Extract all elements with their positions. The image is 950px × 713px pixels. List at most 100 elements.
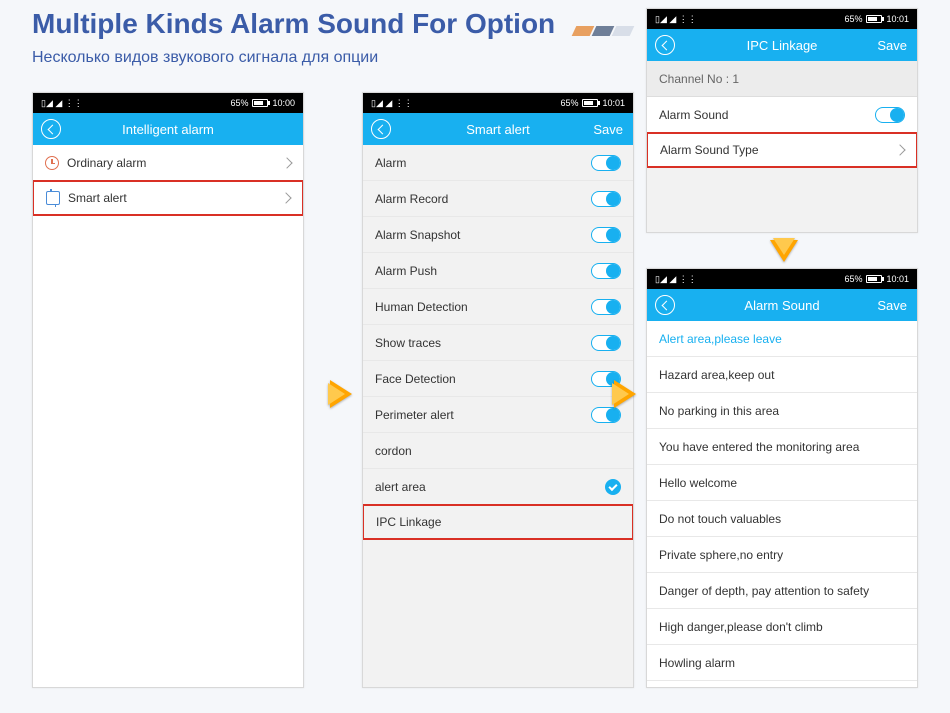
row-label: Hello welcome [659, 476, 737, 490]
row-smart-alert[interactable]: Smart alert [33, 180, 303, 216]
title-text: Multiple Kinds Alarm Sound For Option [32, 8, 555, 39]
sound-option[interactable]: Hazard area,keep out [647, 357, 917, 393]
nav-bar: Smart alert Save [363, 113, 633, 145]
sound-option[interactable]: Private sphere,no entry [647, 537, 917, 573]
row-perimeter-alert[interactable]: Perimeter alert [363, 397, 633, 433]
back-button[interactable] [655, 295, 675, 315]
row-label: Face Detection [375, 372, 456, 386]
battery-percent: 65% [844, 274, 862, 284]
row-label: High danger,please don't climb [659, 620, 823, 634]
signal-icon: ▯◢ ◢ ⋮⋮ [655, 14, 697, 25]
sound-option[interactable]: Alert area,please leave [647, 321, 917, 357]
nav-bar: Alarm Sound Save [647, 289, 917, 321]
sound-option[interactable]: No parking in this area [647, 393, 917, 429]
toggle-switch[interactable] [591, 227, 621, 243]
sound-option[interactable]: Danger of depth, pay attention to safety [647, 573, 917, 609]
toggle-switch[interactable] [591, 263, 621, 279]
sound-option[interactable]: Howling alarm [647, 645, 917, 681]
row-alarm-sound[interactable]: Alarm Sound [647, 97, 917, 133]
row-alarm[interactable]: Alarm [363, 145, 633, 181]
row-show-traces[interactable]: Show traces [363, 325, 633, 361]
chevron-right-icon [281, 157, 292, 168]
battery-icon [866, 275, 882, 283]
battery-percent: 65% [844, 14, 862, 24]
channel-header: Channel No : 1 [647, 61, 917, 97]
toggle-switch[interactable] [875, 107, 905, 123]
row-label: Alarm Record [375, 192, 448, 206]
clock: 10:01 [886, 274, 909, 284]
row-label: Hazard area,keep out [659, 368, 774, 382]
save-button[interactable]: Save [877, 298, 907, 313]
row-label: Ordinary alarm [67, 156, 146, 170]
phone-intelligent-alarm: ▯◢ ◢ ⋮⋮ 65% 10:00 Intelligent alarm Ordi… [32, 92, 304, 688]
row-label: Perimeter alert [375, 408, 454, 422]
row-label: Howling alarm [659, 656, 735, 670]
row-alarm-snapshot[interactable]: Alarm Snapshot [363, 217, 633, 253]
decorative-stripes [572, 11, 632, 43]
toggle-switch[interactable] [591, 407, 621, 423]
sound-option[interactable]: You have entered the monitoring area [647, 429, 917, 465]
clock: 10:01 [886, 14, 909, 24]
toggle-switch[interactable] [591, 191, 621, 207]
save-button[interactable]: Save [877, 38, 907, 53]
row-label: Alarm Sound [659, 108, 728, 122]
row-alarm-record[interactable]: Alarm Record [363, 181, 633, 217]
nav-bar: IPC Linkage Save [647, 29, 917, 61]
row-label: Alert area,please leave [659, 332, 782, 346]
row-label: Private sphere,no entry [659, 548, 783, 562]
row-ipc-linkage[interactable]: IPC Linkage [363, 504, 633, 540]
back-button[interactable] [41, 119, 61, 139]
page-subtitle: Несколько видов звукового сигнала для оп… [32, 49, 632, 67]
row-label: Alarm Push [375, 264, 437, 278]
nav-bar: Intelligent alarm [33, 113, 303, 145]
back-button[interactable] [655, 35, 675, 55]
status-bar: ▯◢ ◢ ⋮⋮ 65% 10:00 [33, 93, 303, 113]
channel-label: Channel No : 1 [659, 72, 739, 86]
chevron-right-icon [280, 192, 291, 203]
row-label: No parking in this area [659, 404, 779, 418]
battery-percent: 65% [560, 98, 578, 108]
battery-icon [866, 15, 882, 23]
battery-icon [252, 99, 268, 107]
row-label: Do not touch valuables [659, 512, 781, 526]
page-title: Multiple Kinds Alarm Sound For Option [32, 8, 632, 43]
row-human-detection[interactable]: Human Detection [363, 289, 633, 325]
signal-icon: ▯◢ ◢ ⋮⋮ [41, 98, 83, 109]
nav-title: Intelligent alarm [122, 122, 214, 137]
save-button[interactable]: Save [593, 122, 623, 137]
chevron-right-icon [894, 144, 905, 155]
smart-detect-icon [46, 191, 60, 205]
row-label: Alarm [375, 156, 406, 170]
arrow-down-icon [770, 240, 798, 262]
row-cordon[interactable]: cordon [363, 433, 633, 469]
row-label: Danger of depth, pay attention to safety [659, 584, 869, 598]
arrow-right-icon [614, 380, 636, 408]
signal-icon: ▯◢ ◢ ⋮⋮ [371, 98, 413, 109]
row-alarm-push[interactable]: Alarm Push [363, 253, 633, 289]
row-label: Human Detection [375, 300, 468, 314]
clock: 10:01 [602, 98, 625, 108]
sound-option[interactable]: High danger,please don't climb [647, 609, 917, 645]
row-label: Smart alert [68, 191, 127, 205]
phone-smart-alert: ▯◢ ◢ ⋮⋮ 65% 10:01 Smart alert Save Alarm… [362, 92, 634, 688]
phone-alarm-sound-list: ▯◢ ◢ ⋮⋮ 65% 10:01 Alarm Sound Save Alert… [646, 268, 918, 688]
phone-ipc-linkage: ▯◢ ◢ ⋮⋮ 65% 10:01 IPC Linkage Save Chann… [646, 8, 918, 233]
row-face-detection[interactable]: Face Detection [363, 361, 633, 397]
nav-title: Smart alert [466, 122, 530, 137]
signal-icon: ▯◢ ◢ ⋮⋮ [655, 274, 697, 285]
nav-title: IPC Linkage [747, 38, 818, 53]
toggle-switch[interactable] [591, 335, 621, 351]
toggle-switch[interactable] [591, 155, 621, 171]
row-label: alert area [375, 480, 426, 494]
nav-title: Alarm Sound [744, 298, 819, 313]
row-ordinary-alarm[interactable]: Ordinary alarm [33, 145, 303, 181]
row-label: Show traces [375, 336, 441, 350]
sound-option[interactable]: Hello welcome [647, 465, 917, 501]
back-button[interactable] [371, 119, 391, 139]
clock: 10:00 [272, 98, 295, 108]
row-alert-area[interactable]: alert area [363, 469, 633, 505]
toggle-switch[interactable] [591, 299, 621, 315]
row-alarm-sound-type[interactable]: Alarm Sound Type [647, 132, 917, 168]
sound-option[interactable]: Do not touch valuables [647, 501, 917, 537]
status-bar: ▯◢ ◢ ⋮⋮ 65% 10:01 [363, 93, 633, 113]
